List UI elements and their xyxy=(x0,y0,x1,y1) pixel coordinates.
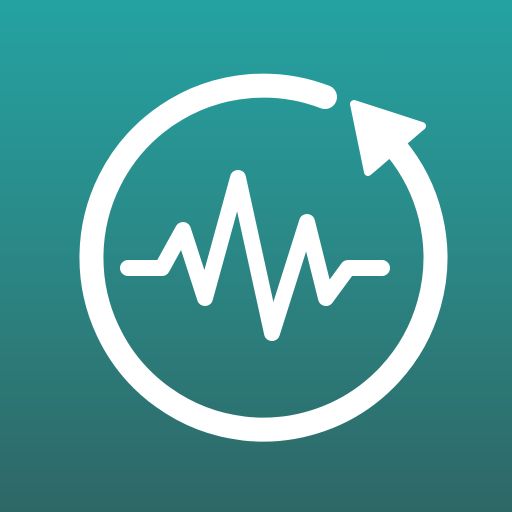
waveform-icon xyxy=(120,170,390,341)
app-icon-background xyxy=(0,0,512,512)
refresh-waveform-icon xyxy=(79,73,448,442)
